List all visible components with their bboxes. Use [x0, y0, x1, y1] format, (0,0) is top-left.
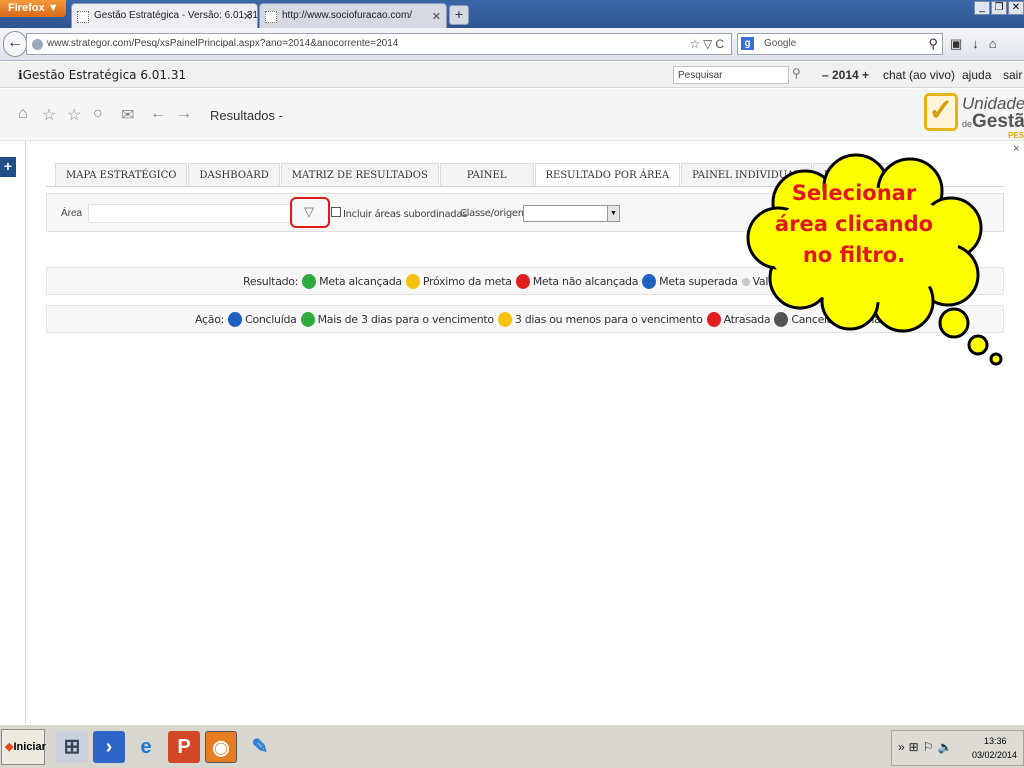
class-origin-label: Classe/origem: [460, 208, 528, 219]
chat-bubble-icon[interactable]: ○: [93, 105, 103, 123]
legend-item: Próximo da meta: [422, 275, 512, 288]
powershell-icon[interactable]: ›: [93, 731, 125, 763]
divider: [25, 141, 26, 723]
area-input[interactable]: [88, 204, 293, 223]
help-link[interactable]: ajuda: [962, 68, 991, 82]
legend-title: Resultado:: [243, 275, 299, 288]
page-icon: [265, 11, 277, 23]
close-tab-icon[interactable]: ✕: [432, 10, 441, 23]
browser-tab-inactive[interactable]: http://www.sociofuracao.com/ ✕: [259, 3, 447, 28]
mail-icon[interactable]: ✉: [121, 105, 134, 125]
restore-icon[interactable]: ❐: [991, 1, 1007, 15]
chat-link[interactable]: chat (ao vivo): [883, 68, 955, 82]
yellow-circle-icon: [497, 312, 512, 327]
globe-icon: [32, 39, 43, 50]
area-label: Área: [61, 208, 83, 219]
firefox-menu-button[interactable]: Firefox ▼: [0, 0, 66, 17]
chevron-down-icon[interactable]: ▼: [607, 206, 619, 221]
start-button[interactable]: ◆Iniciar: [1, 729, 46, 765]
blue-circle-icon: [228, 312, 243, 327]
checkmark-icon: ✓: [924, 93, 958, 131]
browser-nav-bar: ← www.strategor.com/Pesq/xsPainelPrincip…: [0, 28, 1024, 61]
internet-explorer-icon[interactable]: e: [130, 731, 162, 763]
arrow-left-icon[interactable]: ←: [150, 105, 166, 123]
search-engine-label: Google: [764, 38, 797, 49]
app-header: ⌂ ☆ ☆ ○ ✉ ← → Resultados - ✓ Unidade deG…: [0, 89, 1024, 141]
home-icon[interactable]: ⌂: [18, 105, 28, 123]
expand-sidebar-button[interactable]: +: [0, 157, 16, 177]
blue-circle-icon: [642, 274, 657, 289]
window-controls: _ ❐ ✕: [974, 1, 1024, 15]
paint-icon[interactable]: ✎: [244, 731, 276, 763]
red-circle-icon: [515, 274, 530, 289]
page-title: Resultados -: [210, 108, 283, 123]
system-tray: »⊞⚐🔈 13:36 03/02/2014: [891, 730, 1024, 766]
page-icon: [77, 11, 89, 23]
tab-matriz-de-resultados[interactable]: MATRIZ DE RESULTADOS: [280, 163, 439, 186]
firefox-icon[interactable]: ◉: [205, 731, 237, 763]
close-window-icon[interactable]: ✕: [1008, 1, 1024, 15]
taskbar: ◆Iniciar ⊞ › e P ◉ ✎ »⊞⚐🔈 13:36 03/02/20…: [0, 724, 1024, 768]
clock-time: 13:36: [984, 736, 1007, 746]
red-circle-icon: [706, 312, 721, 327]
exit-link[interactable]: sair: [1003, 68, 1022, 82]
powerpoint-icon[interactable]: P: [168, 731, 200, 763]
include-subordinate-label: Incluir áreas subordinadas: [343, 209, 468, 220]
url-bar[interactable]: www.strategor.com/Pesq/xsPainelPrincipal…: [26, 33, 732, 55]
legend-title: Ação:: [195, 313, 225, 326]
tab-resultado-por-area[interactable]: RESULTADO POR ÁREA: [534, 163, 681, 186]
search-icon[interactable]: ⚲: [928, 36, 938, 52]
legend-item: Concluída: [245, 313, 297, 326]
green-circle-icon: [300, 312, 315, 327]
favorites-icon[interactable]: ☆: [67, 105, 81, 125]
legend-item: Meta alcançada: [319, 275, 402, 288]
google-icon: g: [741, 37, 754, 50]
app-title: ℹGestão Estratégica 6.01.31: [18, 68, 187, 82]
browser-tab-active[interactable]: Gestão Estratégica - Versão: 6.01.31 - L…: [71, 3, 258, 28]
app-search-input[interactable]: Pesquisar: [673, 66, 789, 84]
new-tab-button[interactable]: +: [449, 5, 469, 25]
tab-painel[interactable]: PAINEL: [439, 163, 534, 186]
browser-search-input[interactable]: g Google ⚲: [737, 33, 943, 55]
close-tab-icon[interactable]: ✕: [243, 10, 252, 23]
clock-date: 03/02/2014: [972, 750, 1018, 760]
filter-icon[interactable]: ▽: [304, 204, 314, 220]
legend-item: Meta superada: [659, 275, 738, 288]
minimize-icon[interactable]: _: [974, 1, 990, 15]
tray-icons[interactable]: »⊞⚐🔈: [898, 740, 956, 754]
search-icon[interactable]: ⚲: [792, 66, 801, 80]
toolbar-buttons[interactable]: ▣↓⌂: [950, 36, 1007, 52]
year-selector[interactable]: – 2014 +: [822, 68, 869, 82]
legend-item: Mais de 3 dias para o vencimento: [317, 313, 495, 326]
browser-tab-label: http://www.sociofuracao.com/: [282, 10, 413, 21]
bookmark-star-icon[interactable]: ☆▽C: [689, 37, 727, 51]
include-subordinate-checkbox[interactable]: [331, 207, 341, 217]
class-origin-select[interactable]: ▼: [523, 205, 620, 222]
url-text: www.strategor.com/Pesq/xsPainelPrincipal…: [47, 38, 399, 49]
legend-item: Meta não alcançada: [532, 275, 639, 288]
callout-text: Selecionar área clicando no filtro.: [774, 181, 934, 267]
back-arrow-icon[interactable]: ←: [3, 31, 27, 57]
brand-logo: ✓ Unidade deGestão PES: [922, 89, 1024, 140]
arrow-right-icon[interactable]: →: [176, 105, 192, 123]
network-icon[interactable]: ⊞: [56, 731, 88, 763]
yellow-circle-icon: [405, 274, 420, 289]
app-top-bar: ℹGestão Estratégica 6.01.31 Pesquisar ⚲ …: [0, 62, 1024, 88]
close-icon[interactable]: ×: [1013, 143, 1019, 155]
legend-item: 3 dias ou menos para o vencimento: [514, 313, 703, 326]
green-circle-icon: [302, 274, 317, 289]
tab-mapa-estrategico[interactable]: MAPA ESTRATÉGICO: [55, 163, 188, 186]
tab-dashboard[interactable]: DASHBOARD: [188, 163, 280, 186]
add-favorite-icon[interactable]: ☆: [42, 105, 56, 125]
browser-tab-label: Gestão Estratégica - Versão: 6.01.31 - L…: [94, 10, 258, 21]
browser-tab-bar: Firefox ▼ Gestão Estratégica - Versão: 6…: [0, 0, 1024, 28]
